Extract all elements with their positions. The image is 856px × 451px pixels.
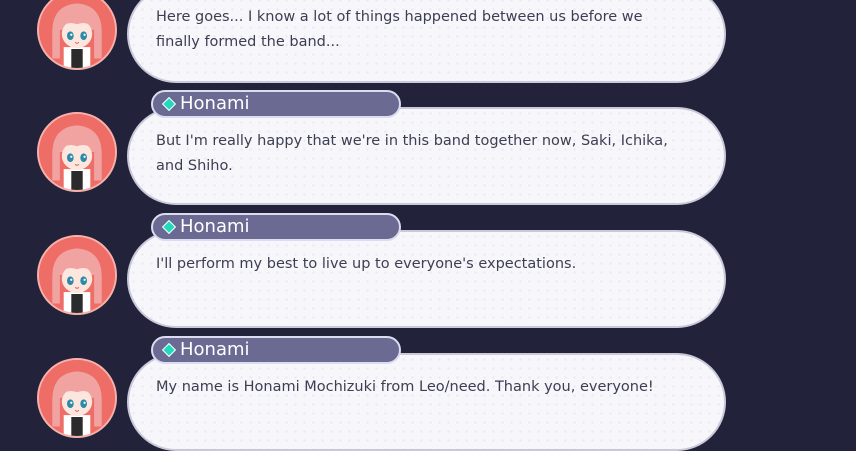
speaker-nameplate: Honami — [151, 90, 401, 118]
dialogue-text: I'll perform my best to live up to every… — [156, 256, 577, 272]
dialogue-bubble: Here goes... I know a lot of things happ… — [127, 0, 726, 83]
honami-avatar-icon — [37, 358, 117, 438]
honami-avatar-icon — [37, 235, 117, 315]
dialogue-bubble: But I'm really happy that we're in this … — [127, 107, 726, 205]
speaker-nameplate: Honami — [151, 213, 401, 241]
speaker-name: Honami — [180, 216, 250, 237]
dialogue-bubble: My name is Honami Mochizuki from Leo/nee… — [127, 353, 726, 451]
dialogue-text: My name is Honami Mochizuki from Leo/nee… — [156, 379, 654, 395]
honami-avatar-icon — [37, 112, 117, 192]
dialogue-bubble: I'll perform my best to live up to every… — [127, 230, 726, 328]
honami-avatar-icon — [37, 0, 117, 70]
speaker-name: Honami — [180, 339, 250, 360]
diamond-icon — [161, 96, 177, 112]
dialogue-text: But I'm really happy that we're in this … — [156, 133, 668, 174]
diamond-icon — [161, 342, 177, 358]
diamond-icon — [161, 219, 177, 235]
dialogue-text: Here goes... I know a lot of things happ… — [156, 9, 643, 50]
speaker-name: Honami — [180, 93, 250, 114]
speaker-nameplate: Honami — [151, 336, 401, 364]
